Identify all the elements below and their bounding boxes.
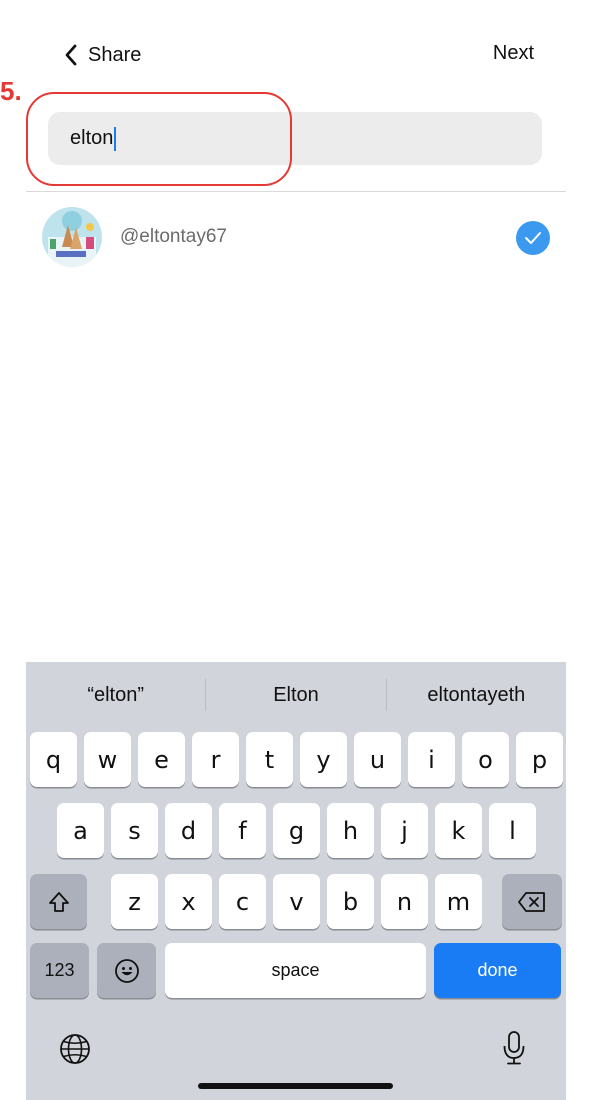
key-k[interactable]: k bbox=[435, 803, 482, 858]
key-e[interactable]: e bbox=[138, 732, 185, 787]
key-s[interactable]: s bbox=[111, 803, 158, 858]
key-g[interactable]: g bbox=[273, 803, 320, 858]
key-q[interactable]: q bbox=[30, 732, 77, 787]
numbers-key[interactable]: 123 bbox=[30, 943, 89, 998]
key-a[interactable]: a bbox=[57, 803, 104, 858]
back-label: Share bbox=[88, 43, 142, 66]
selected-check-icon[interactable] bbox=[516, 221, 550, 255]
search-input[interactable]: elton bbox=[48, 112, 542, 165]
chevron-left-icon bbox=[65, 44, 77, 66]
key-h[interactable]: h bbox=[327, 803, 374, 858]
key-r[interactable]: r bbox=[192, 732, 239, 787]
next-button[interactable]: Next bbox=[493, 42, 534, 65]
emoji-key[interactable] bbox=[97, 943, 156, 998]
backspace-key[interactable] bbox=[502, 874, 562, 929]
microphone-icon[interactable] bbox=[502, 1030, 526, 1071]
suggestion-3[interactable]: eltontayeth bbox=[387, 684, 566, 707]
shift-key[interactable] bbox=[30, 874, 87, 929]
text-cursor bbox=[114, 126, 117, 151]
result-handle: @eltontay67 bbox=[120, 226, 227, 247]
on-screen-keyboard: “elton” Elton eltontayeth q w e r t y u … bbox=[26, 662, 566, 1100]
back-button[interactable]: Share bbox=[64, 40, 141, 70]
key-d[interactable]: d bbox=[165, 803, 212, 858]
key-y[interactable]: y bbox=[300, 732, 347, 787]
backspace-icon bbox=[518, 891, 545, 912]
divider bbox=[26, 191, 566, 192]
key-t[interactable]: t bbox=[246, 732, 293, 787]
list-item[interactable]: @eltontay67 bbox=[42, 205, 562, 269]
suggestion-1[interactable]: “elton” bbox=[26, 684, 205, 707]
key-b[interactable]: b bbox=[327, 874, 374, 929]
key-c[interactable]: c bbox=[219, 874, 266, 929]
key-x[interactable]: x bbox=[165, 874, 212, 929]
key-o[interactable]: o bbox=[462, 732, 509, 787]
avatar bbox=[42, 207, 102, 267]
key-u[interactable]: u bbox=[354, 732, 401, 787]
predictive-suggestions: “elton” Elton eltontayeth bbox=[26, 662, 566, 728]
space-key[interactable]: space bbox=[165, 943, 426, 998]
key-n[interactable]: n bbox=[381, 874, 428, 929]
key-v[interactable]: v bbox=[273, 874, 320, 929]
navigation-bar: Share Next bbox=[0, 0, 590, 100]
globe-icon[interactable] bbox=[58, 1032, 92, 1071]
shift-arrow-icon bbox=[48, 891, 69, 912]
key-l[interactable]: l bbox=[489, 803, 536, 858]
key-z[interactable]: z bbox=[111, 874, 158, 929]
key-f[interactable]: f bbox=[219, 803, 266, 858]
key-m[interactable]: m bbox=[435, 874, 482, 929]
key-i[interactable]: i bbox=[408, 732, 455, 787]
suggestion-2[interactable]: Elton bbox=[206, 684, 385, 707]
key-p[interactable]: p bbox=[516, 732, 563, 787]
search-value: elton bbox=[70, 127, 114, 149]
done-key[interactable]: done bbox=[434, 943, 561, 998]
home-indicator bbox=[198, 1083, 393, 1089]
emoji-icon bbox=[114, 958, 139, 983]
key-w[interactable]: w bbox=[84, 732, 131, 787]
key-j[interactable]: j bbox=[381, 803, 428, 858]
